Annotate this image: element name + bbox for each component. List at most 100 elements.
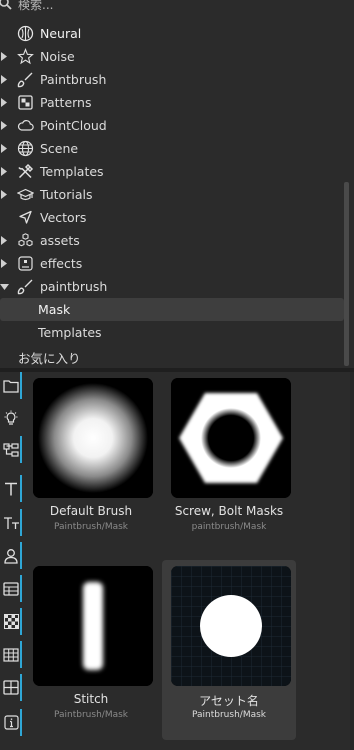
active-indicator (20, 475, 22, 502)
hierarchy-icon (3, 442, 19, 457)
tool-lightbulb[interactable] (0, 404, 22, 431)
tree-item-label: assets (40, 233, 80, 248)
circle-on-grid-preview (171, 566, 291, 686)
asset-thumbnail (171, 378, 291, 498)
asset-thumbnail (33, 566, 153, 686)
active-indicator (20, 641, 22, 668)
tree-item-label: effects (40, 256, 83, 271)
asset-name: Screw, Bolt Masks (174, 504, 284, 518)
info-icon (3, 715, 19, 730)
asset-thumbnail (33, 378, 153, 498)
tree-item-patterns[interactable]: Patterns (0, 91, 344, 114)
tree-item-favorites[interactable]: お気に入り (0, 344, 344, 367)
tree-item-noise[interactable]: Noise (0, 45, 344, 68)
tool-grid[interactable] (0, 641, 22, 668)
tree-item-templates-child[interactable]: Templates (0, 321, 344, 344)
soft-brush-preview (33, 378, 153, 498)
tree-item-label: Tutorials (40, 187, 93, 202)
tree-item-paintbrush[interactable]: Paintbrush (0, 68, 344, 91)
asset-path: Paintbrush/Mask (192, 710, 266, 720)
asset-path: Paintbrush/Mask (54, 522, 128, 532)
chevron-down-icon[interactable] (0, 284, 9, 290)
tree-item-scene[interactable]: Scene (0, 137, 344, 160)
asset-name: アセット名 (199, 694, 259, 708)
asset-card-asset-name[interactable]: アセット名 Paintbrush/Mask (162, 560, 296, 740)
chevron-right-icon[interactable] (1, 259, 7, 268)
chevron-right-icon[interactable] (1, 144, 7, 153)
paintbrush-icon (17, 279, 33, 295)
stitch-preview (33, 566, 153, 686)
graduation-cap-icon (17, 188, 34, 201)
tree-item-templates[interactable]: Templates (0, 160, 344, 183)
tree-item-label: Paintbrush (40, 72, 107, 87)
active-indicator (20, 436, 22, 463)
left-toolbar (0, 372, 22, 750)
tree-item-label: Neural (40, 26, 82, 41)
tool-table[interactable] (0, 575, 22, 602)
cloud-icon (18, 120, 34, 131)
hex-nut-preview (171, 378, 291, 498)
asset-grid: Default Brush Paintbrush/Mask Screw, Bol… (24, 372, 354, 750)
tool-text[interactable] (0, 475, 22, 502)
text-size-icon (3, 516, 19, 529)
tools-icon (18, 163, 34, 179)
tree-item-label: Noise (40, 49, 75, 64)
folder-icon (3, 379, 19, 393)
asset-name: Stitch (73, 692, 109, 706)
asset-name: Default Brush (49, 504, 133, 518)
tool-folder[interactable] (0, 372, 22, 399)
tree-item-mask[interactable]: Mask (0, 298, 344, 321)
active-indicator (20, 575, 22, 602)
tool-hierarchy[interactable] (0, 436, 22, 463)
paintbrush-icon (17, 72, 33, 88)
checkerboard-icon (3, 614, 19, 629)
chevron-right-icon[interactable] (1, 52, 7, 61)
tree-item-label: paintbrush (40, 279, 108, 294)
asset-card-stitch[interactable]: Stitch Paintbrush/Mask (24, 560, 158, 740)
tree-item-pointcloud[interactable]: PointCloud (0, 114, 344, 137)
text-icon (5, 482, 17, 495)
star-outline-icon (17, 48, 34, 65)
tree-scrollbar[interactable] (344, 182, 349, 366)
asset-card-default-brush[interactable]: Default Brush Paintbrush/Mask (24, 372, 158, 552)
tree-item-effects[interactable]: effects (0, 252, 344, 275)
table-icon (3, 581, 19, 596)
tree-item-assets[interactable]: assets (0, 229, 344, 252)
tool-info[interactable] (0, 709, 22, 736)
tree-item-label: PointCloud (40, 118, 107, 133)
asset-thumbnail (171, 566, 291, 686)
person-icon (4, 548, 18, 564)
chevron-right-icon[interactable] (1, 167, 7, 176)
chevron-right-icon[interactable] (1, 98, 7, 107)
asset-card-screw-bolt-masks[interactable]: Screw, Bolt Masks paintbrush/Mask (162, 372, 296, 552)
tree-item-label: Mask (38, 302, 71, 317)
tool-person[interactable] (0, 542, 22, 569)
favorites-label: お気に入り (18, 351, 81, 366)
search-input[interactable] (18, 0, 338, 13)
tree-item-neural[interactable]: Neural (0, 22, 344, 45)
globe-icon (17, 140, 34, 157)
tool-grid-border[interactable] (0, 674, 22, 701)
tree-item-label: Patterns (40, 95, 92, 110)
tree-item-label: Scene (40, 141, 79, 156)
grid-icon (3, 647, 19, 662)
chevron-right-icon[interactable] (1, 75, 7, 84)
effects-icon (18, 256, 33, 271)
chevron-right-icon[interactable] (1, 236, 7, 245)
tree-item-tutorials[interactable]: Tutorials (0, 183, 344, 206)
grid-scrollbar[interactable] (350, 372, 354, 750)
chevron-right-icon[interactable] (1, 121, 7, 130)
active-indicator (20, 542, 22, 569)
tool-text-size[interactable] (0, 509, 22, 536)
tree-item-paintbrush-open[interactable]: paintbrush (0, 275, 344, 298)
chevron-right-icon[interactable] (1, 190, 7, 199)
brain-icon (17, 25, 34, 42)
tool-checkerboard[interactable] (0, 608, 22, 635)
search-bar (0, 0, 354, 14)
grid-border-icon (3, 680, 19, 695)
tree-item-label: Templates (38, 325, 102, 340)
tree-item-vectors[interactable]: Vectors (0, 206, 344, 229)
active-indicator (20, 372, 22, 399)
active-indicator (20, 509, 22, 536)
active-indicator (20, 674, 22, 701)
